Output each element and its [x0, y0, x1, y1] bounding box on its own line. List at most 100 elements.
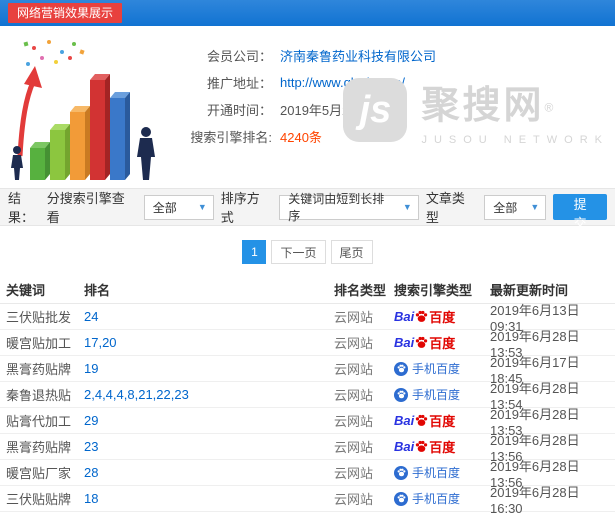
info-row-open-time: 开通时间： 2019年5月27日 09:17: [168, 96, 436, 123]
chevron-down-icon: ▼: [403, 202, 412, 212]
next-page-button[interactable]: 下一页: [271, 240, 325, 264]
rank-cell[interactable]: 2,4,4,4,8,21,22,23: [84, 387, 334, 402]
chevron-down-icon: ▼: [530, 202, 539, 212]
page-title: 网络营销效果展示: [8, 3, 122, 23]
baidu-paw-icon: [415, 440, 428, 453]
baidu-paw-icon: [415, 336, 428, 349]
watermark-text: 聚搜网® JUSOU NETWORK: [421, 74, 609, 146]
time-cell: 2019年6月28日 16:30: [490, 482, 615, 516]
topbar: 网络营销效果展示: [0, 0, 615, 26]
mobile-baidu-label: 手机百度: [412, 490, 460, 507]
keyword-cell: 秦鲁退热贴: [0, 385, 84, 404]
info-row-company: 会员公司： 济南秦鲁药业科技有限公司: [168, 42, 436, 69]
type-filter-label: 文章类型: [426, 188, 477, 226]
company-label: 会员公司：: [168, 46, 272, 65]
mobile-baidu-label: 手机百度: [412, 360, 460, 377]
baidu-paw-icon: [415, 414, 428, 427]
baidu-logo-text: Bai: [394, 309, 414, 324]
engine-cell: Bai 百度 手机百度: [394, 490, 490, 507]
rank-cell[interactable]: 19: [84, 361, 334, 376]
rank-count-label: 搜索引擎排名:: [168, 127, 272, 146]
rank-cell[interactable]: 18: [84, 491, 334, 506]
keyword-cell: 贴膏代加工: [0, 411, 84, 430]
engine-select-value: 全部: [153, 199, 177, 216]
keyword-cell: 暖宫贴加工: [0, 333, 84, 352]
sort-filter-label: 排序方式: [221, 188, 272, 226]
keyword-cell: 黑膏药贴牌: [0, 437, 84, 456]
pagination: 1 下一页 尾页: [0, 240, 615, 264]
keyword-cell: 暖宫贴厂家: [0, 463, 84, 482]
info-row-url: 推广地址： http://www.qlyyjt.com/: [168, 69, 436, 96]
article-type-select[interactable]: 全部 ▼: [484, 195, 546, 220]
rank-count-value: 4240条: [280, 127, 322, 146]
sort-select[interactable]: 关键词由短到长排序 ▼: [279, 195, 419, 220]
rank-cell[interactable]: 23: [84, 439, 334, 454]
engine-filter-label: 分搜索引擎查看: [47, 188, 137, 226]
chevron-down-icon: ▼: [198, 202, 207, 212]
type-select-value: 全部: [493, 199, 517, 216]
engine-cell: Bai 百度 手机百度: [394, 411, 490, 430]
mobile-baidu-logo: 手机百度: [394, 464, 460, 481]
table-body: 三伏贴批发 24 云网站 Bai 百度: [0, 304, 615, 512]
header-update-time: 最新更新时间: [490, 280, 615, 299]
rank-type-cell: 云网站: [334, 463, 394, 482]
keyword-cell: 三伏贴贴牌: [0, 489, 84, 508]
mobile-baidu-label: 手机百度: [412, 386, 460, 403]
open-time-value: 2019年5月27日 09:17: [280, 100, 406, 119]
rank-type-cell: 云网站: [334, 437, 394, 456]
rank-type-cell: 云网站: [334, 359, 394, 378]
baidu-logo: Bai 百度: [394, 333, 455, 352]
ranking-table: 关键词 排名 排名类型 搜索引擎类型 最新更新时间 三伏贴批发 24 云网站 B…: [0, 276, 615, 512]
url-label: 推广地址：: [168, 73, 272, 92]
baidu-logo-text: Bai: [394, 413, 414, 428]
rank-cell[interactable]: 28: [84, 465, 334, 480]
header-keyword: 关键词: [0, 280, 84, 299]
rank-cell[interactable]: 17,20: [84, 335, 334, 350]
engine-cell: Bai 百度 手机百度: [394, 360, 490, 377]
engine-cell: Bai 百度 手机百度: [394, 333, 490, 352]
last-page-button[interactable]: 尾页: [331, 240, 373, 264]
table-row: 三伏贴贴牌 18 云网站 Bai 百度: [0, 486, 615, 512]
promotion-url-link[interactable]: http://www.qlyyjt.com/: [280, 75, 405, 90]
submit-button[interactable]: 提交: [553, 194, 607, 220]
rank-type-cell: 云网站: [334, 411, 394, 430]
watermark-brand: 聚搜网: [421, 85, 544, 127]
info-section: 会员公司： 济南秦鲁药业科技有限公司 推广地址： http://www.qlyy…: [0, 26, 615, 188]
baidu-logo-text: Bai: [394, 335, 414, 350]
engine-cell: Bai 百度 手机百度: [394, 464, 490, 481]
baidu-logo: Bai 百度: [394, 437, 455, 456]
baidu-logo-du: 百度: [429, 411, 455, 430]
mobile-baidu-label: 手机百度: [412, 464, 460, 481]
company-info: 会员公司： 济南秦鲁药业科技有限公司 推广地址： http://www.qlyy…: [168, 42, 436, 150]
engine-select[interactable]: 全部 ▼: [144, 195, 214, 220]
engine-cell: Bai 百度 手机百度: [394, 386, 490, 403]
watermark-subtitle: JUSOU NETWORK: [421, 134, 609, 146]
header-rank: 排名: [84, 280, 334, 299]
keyword-cell: 黑膏药贴牌: [0, 359, 84, 378]
baidu-paw-icon: [415, 310, 428, 323]
rank-type-cell: 云网站: [334, 333, 394, 352]
page-current[interactable]: 1: [242, 240, 266, 264]
rank-cell[interactable]: 29: [84, 413, 334, 428]
open-time-label: 开通时间：: [168, 100, 272, 119]
engine-cell: Bai 百度 手机百度: [394, 307, 490, 326]
mobile-baidu-logo: 手机百度: [394, 386, 460, 403]
rank-type-cell: 云网站: [334, 307, 394, 326]
header-rank-type: 排名类型: [334, 280, 394, 299]
result-label: 结果：: [8, 188, 47, 226]
company-link[interactable]: 济南秦鲁药业科技有限公司: [280, 46, 436, 65]
baidu-logo: Bai 百度: [394, 307, 455, 326]
header-engine-type: 搜索引擎类型: [394, 280, 490, 299]
rank-cell[interactable]: 24: [84, 309, 334, 324]
keyword-cell: 三伏贴批发: [0, 307, 84, 326]
baidu-logo-du: 百度: [429, 333, 455, 352]
mobile-baidu-logo: 手机百度: [394, 490, 460, 507]
info-row-rank-count: 搜索引擎排名: 4240条: [168, 123, 436, 150]
mobile-baidu-logo: 手机百度: [394, 360, 460, 377]
mobile-baidu-icon: [394, 466, 408, 480]
engine-cell: Bai 百度 手机百度: [394, 437, 490, 456]
rank-type-cell: 云网站: [334, 489, 394, 508]
mobile-baidu-icon: [394, 362, 408, 376]
baidu-logo-du: 百度: [429, 307, 455, 326]
baidu-logo-text: Bai: [394, 439, 414, 454]
